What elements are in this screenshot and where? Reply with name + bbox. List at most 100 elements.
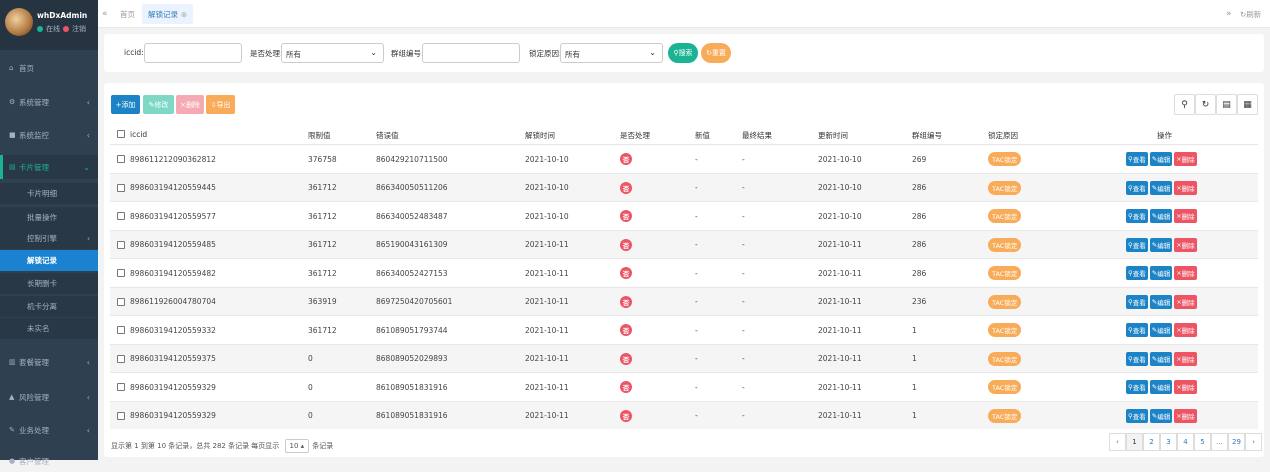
- view-button[interactable]: ⚲ 查看: [1126, 209, 1148, 223]
- edit-row-button[interactable]: ✎ 编辑: [1149, 237, 1173, 252]
- row-checkbox[interactable]: [117, 288, 125, 316]
- table-row[interactable]: 898611212090362812 376758 860429210711500 2…: [110, 144, 1258, 172]
- edit-button[interactable]: ✎ 修改: [143, 95, 174, 114]
- page-link[interactable]: ...: [1211, 433, 1228, 451]
- view-button[interactable]: ⚲ 查看: [1126, 237, 1148, 252]
- sub-long-delete[interactable]: 长期删卡: [0, 273, 98, 294]
- table-row[interactable]: 898603194120559485 361712 865190043161309 2…: [110, 229, 1258, 259]
- group-input[interactable]: [422, 43, 520, 63]
- card-view-icon[interactable]: ▤: [1216, 94, 1237, 115]
- row-checkbox[interactable]: [117, 316, 125, 344]
- reset-button[interactable]: ↻ 重置: [701, 43, 731, 63]
- nav-card-admin[interactable]: ▤ 卡片管理 ⌄: [0, 155, 98, 179]
- delete-row-button[interactable]: × 删除: [1174, 266, 1197, 280]
- nav-package-admin[interactable]: ▥ 套餐管理 ‹: [0, 351, 98, 373]
- row-checkbox[interactable]: [117, 145, 125, 173]
- edit-row-button[interactable]: ✎ 编辑: [1149, 408, 1173, 423]
- table-row[interactable]: 898611926004780704 363919 869725042070560​…: [110, 286, 1258, 316]
- delete-row-button[interactable]: × 删除: [1174, 351, 1197, 366]
- edit-row-button[interactable]: ✎ 编辑: [1149, 152, 1173, 166]
- delete-button[interactable]: × 删除: [176, 95, 204, 114]
- page-link[interactable]: ‹: [1109, 433, 1126, 451]
- logout-icon[interactable]: [63, 26, 69, 32]
- view-button[interactable]: ⚲ 查看: [1126, 323, 1148, 337]
- page-link[interactable]: 5: [1194, 433, 1211, 451]
- iccid-input[interactable]: [144, 43, 242, 63]
- delete-row-button[interactable]: × 删除: [1174, 408, 1197, 423]
- page-size-select[interactable]: 10 ▴: [284, 439, 310, 453]
- table-row[interactable]: 898603194120559329 0 861089051831916 2021-1…: [110, 400, 1258, 430]
- handled-select[interactable]: 所有 ⌄: [281, 43, 384, 63]
- col-group[interactable]: 群组编号: [912, 130, 942, 141]
- page-link[interactable]: 2: [1143, 433, 1160, 451]
- col-update-time[interactable]: 更新时间: [818, 130, 848, 141]
- row-checkbox[interactable]: [117, 402, 125, 430]
- reason-select[interactable]: 所有 ⌄: [560, 43, 663, 63]
- nav-business[interactable]: ✎ 业务处理 ‹: [0, 419, 98, 441]
- nav-risk-admin[interactable]: ▲ 风险管理 ‹: [0, 386, 98, 408]
- row-checkbox[interactable]: [117, 373, 125, 401]
- avatar[interactable]: [5, 8, 33, 36]
- table-row[interactable]: 898603194120559482 361712 866340052427153 2…: [110, 258, 1258, 286]
- delete-row-button[interactable]: × 删除: [1174, 152, 1197, 166]
- col-error[interactable]: 错误值: [376, 130, 399, 141]
- edit-row-button[interactable]: ✎ 编辑: [1149, 351, 1173, 366]
- columns-icon[interactable]: ▦: [1237, 94, 1258, 115]
- sub-unlock-records[interactable]: 解锁记录: [0, 250, 98, 271]
- tab-unlock-records[interactable]: 解锁记录 ⊗: [142, 4, 194, 24]
- delete-row-button[interactable]: × 删除: [1174, 180, 1197, 195]
- edit-row-button[interactable]: ✎ 编辑: [1149, 294, 1173, 309]
- row-checkbox[interactable]: [117, 174, 125, 202]
- col-final-result[interactable]: 最终结果: [742, 130, 772, 141]
- edit-row-button[interactable]: ✎ 编辑: [1149, 209, 1173, 223]
- table-row[interactable]: 898603194120559329 0 861089051831916 2021-1…: [110, 372, 1258, 400]
- col-iccid[interactable]: iccid: [130, 130, 147, 139]
- sub-card-detail[interactable]: 卡片明细: [0, 183, 98, 204]
- delete-row-button[interactable]: × 删除: [1174, 237, 1197, 252]
- logout-link[interactable]: 注销: [72, 24, 86, 34]
- sub-batch-ops[interactable]: 批量操作: [0, 207, 98, 228]
- view-button[interactable]: ⚲ 查看: [1126, 408, 1148, 423]
- row-checkbox[interactable]: [117, 231, 125, 259]
- page-link[interactable]: 4: [1177, 433, 1194, 451]
- table-row[interactable]: 898603194120559332 361712 861089051793744 2…: [110, 315, 1258, 343]
- close-icon[interactable]: ⊗: [181, 10, 187, 19]
- row-checkbox[interactable]: [117, 345, 125, 373]
- delete-row-button[interactable]: × 删除: [1174, 294, 1197, 309]
- delete-row-button[interactable]: × 删除: [1174, 323, 1197, 337]
- nav-system-monitor[interactable]: ■ 系统监控 ‹: [0, 124, 98, 146]
- table-row[interactable]: 898603194120559445 361712 866340050511206 2…: [110, 172, 1258, 202]
- edit-row-button[interactable]: ✎ 编辑: [1149, 266, 1173, 280]
- tab-home[interactable]: 首页: [120, 0, 135, 28]
- row-checkbox[interactable]: [117, 202, 125, 230]
- row-checkbox[interactable]: [117, 259, 125, 287]
- col-limit[interactable]: 限制值: [308, 130, 331, 141]
- edit-row-button[interactable]: ✎ 编辑: [1149, 323, 1173, 337]
- search-toggle-icon[interactable]: ⚲: [1174, 94, 1195, 115]
- edit-row-button[interactable]: ✎ 编辑: [1149, 380, 1173, 394]
- tab-scroll-right-icon[interactable]: »: [1226, 0, 1232, 28]
- nav-home[interactable]: ⌂ 首页: [0, 57, 98, 79]
- view-button[interactable]: ⚲ 查看: [1126, 152, 1148, 166]
- export-button[interactable]: ⇩ 导出: [206, 95, 235, 114]
- edit-row-button[interactable]: ✎ 编辑: [1149, 180, 1173, 195]
- col-handled[interactable]: 是否处理: [620, 130, 650, 141]
- view-button[interactable]: ⚲ 查看: [1126, 294, 1148, 309]
- col-reason[interactable]: 锁定原因: [988, 130, 1018, 141]
- view-button[interactable]: ⚲ 查看: [1126, 351, 1148, 366]
- view-button[interactable]: ⚲ 查看: [1126, 180, 1148, 195]
- tab-scroll-left-icon[interactable]: «: [102, 0, 108, 28]
- table-row[interactable]: 898603194120559577 361712 866340052483487 2…: [110, 201, 1258, 229]
- delete-row-button[interactable]: × 删除: [1174, 209, 1197, 223]
- page-link[interactable]: 3: [1160, 433, 1177, 451]
- delete-row-button[interactable]: × 删除: [1174, 380, 1197, 394]
- add-button[interactable]: + 添加: [111, 95, 140, 114]
- view-button[interactable]: ⚲ 查看: [1126, 380, 1148, 394]
- view-button[interactable]: ⚲ 查看: [1126, 266, 1148, 280]
- page-link[interactable]: 1: [1126, 433, 1143, 451]
- sub-card-separation[interactable]: 机卡分离: [0, 296, 98, 317]
- refresh-button[interactable]: ↻ 刷新: [1240, 0, 1261, 28]
- sub-control-engine[interactable]: 控制引擎 ‹: [0, 228, 98, 249]
- sub-unverified[interactable]: 未实名: [0, 318, 98, 339]
- nav-system-admin[interactable]: ⚙ 系统管理 ‹: [0, 91, 98, 113]
